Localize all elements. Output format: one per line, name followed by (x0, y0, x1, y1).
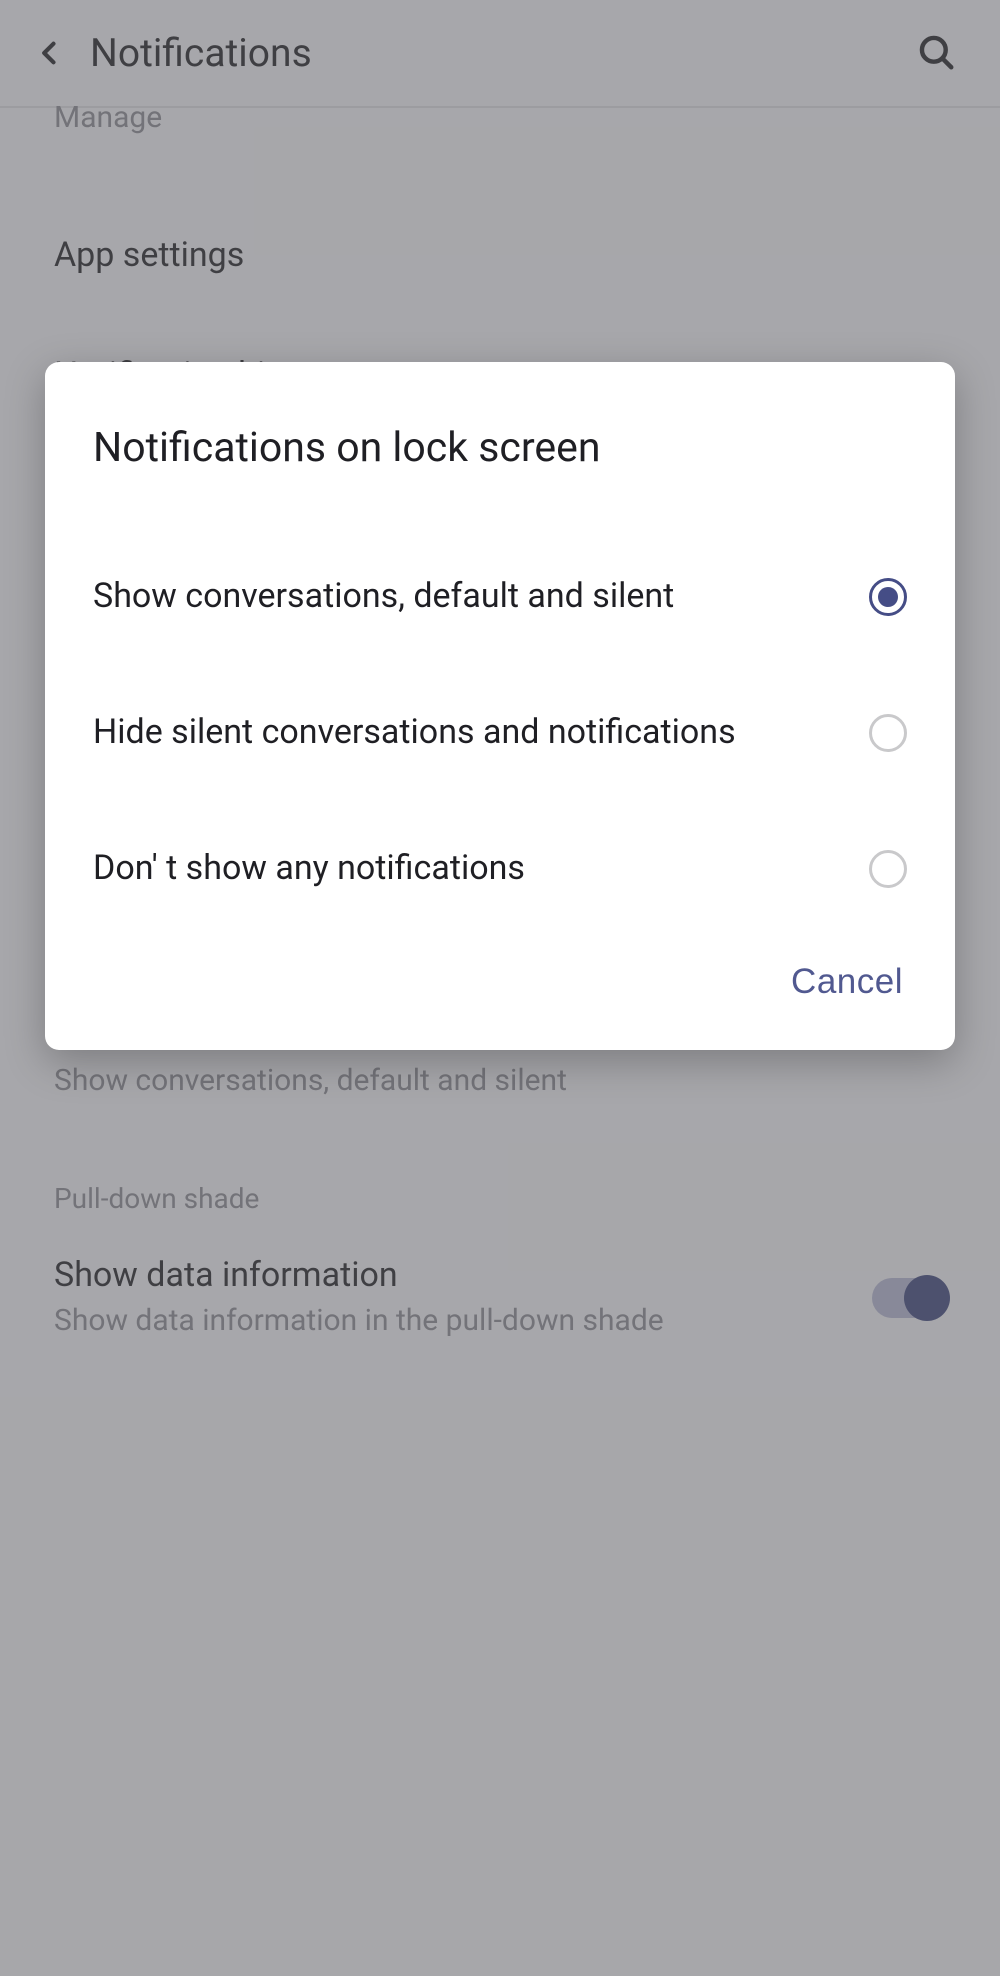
radio-option-show-all[interactable]: Show conversations, default and silent (93, 544, 907, 650)
lock-screen-dialog: Notifications on lock screen Show conver… (45, 362, 955, 1050)
radio-label-hide-silent: Hide silent conversations and notificati… (93, 710, 869, 756)
dialog-actions: Cancel (93, 952, 907, 1012)
radio-option-hide-silent[interactable]: Hide silent conversations and notificati… (93, 680, 907, 786)
radio-label-none: Don' t show any notifications (93, 846, 869, 892)
radio-button-unselected[interactable] (869, 850, 907, 888)
radio-button-selected[interactable] (869, 578, 907, 616)
radio-button-unselected[interactable] (869, 714, 907, 752)
radio-option-none[interactable]: Don' t show any notifications (93, 816, 907, 922)
cancel-button[interactable]: Cancel (787, 952, 907, 1012)
radio-label-show-all: Show conversations, default and silent (93, 574, 869, 620)
dialog-title: Notifications on lock screen (93, 422, 907, 474)
